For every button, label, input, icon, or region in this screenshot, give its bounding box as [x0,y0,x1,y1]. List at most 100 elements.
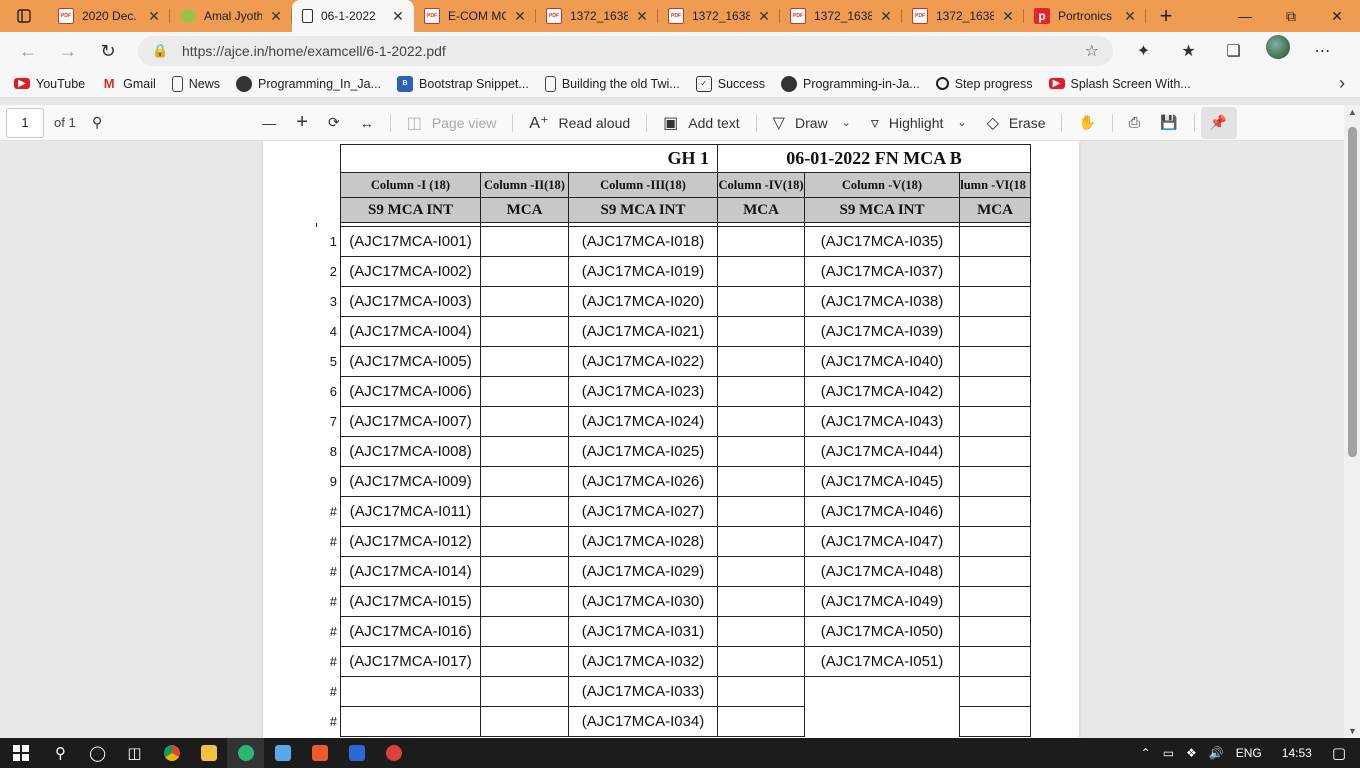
new-tab-button[interactable]: + [1146,0,1186,32]
bookmark-item[interactable]: News [164,71,228,97]
clock[interactable]: 14:53 [1268,746,1326,760]
search-icon[interactable]: ⚲ [82,107,112,139]
add-text-button[interactable]: ▣ Add text [653,107,750,139]
forward-button[interactable]: → [48,35,88,67]
fit-width-button[interactable]: ↔ [350,107,384,139]
draw-chevron-down-icon[interactable]: ⌄ [842,116,851,129]
cortana-icon[interactable]: ◯ [79,738,116,768]
print-icon[interactable]: ⎙ [1119,107,1150,139]
tab-actions-button[interactable] [0,0,48,32]
extensions-icon[interactable]: ✦ [1121,35,1166,67]
language-indicator[interactable]: ENG [1230,746,1268,760]
brave-icon[interactable] [301,738,338,768]
close-tab-icon[interactable]: ✕ [268,8,284,25]
browser-tab[interactable]: PDF 1372_1638 ✕ [536,0,658,32]
scroll-down-icon[interactable]: ▼ [1348,726,1357,736]
browser-tab[interactable]: PDF 1372_1638 ✕ [902,0,1024,32]
scrollbar-thumb[interactable] [1348,127,1357,457]
address-url[interactable]: https://ajce.in/home/examcell/6-1-2022.p… [182,43,1085,59]
column-header-row: Column -I (18) Column -II(18) Column -III(… [317,172,1031,198]
close-tab-icon[interactable]: ✕ [512,8,528,25]
profile-avatar[interactable] [1266,35,1290,59]
row-index-blank [317,173,341,198]
close-tab-icon[interactable]: ✕ [1122,8,1138,25]
bookmark-item[interactable]: Programming-in-Ja... [773,71,928,97]
chrome-icon[interactable] [153,738,190,768]
close-tab-icon[interactable]: ✕ [756,8,772,25]
touch-write-icon[interactable]: ✋ [1068,107,1105,139]
windows-start-icon[interactable] [0,738,42,768]
bookmark-item[interactable]: M Gmail [93,71,164,97]
mail-icon[interactable] [338,738,375,768]
bookmark-item[interactable]: ✓ Success [688,71,773,97]
seat-cell-col5: (AJC17MCA-I050) [804,616,960,647]
collections-icon[interactable]: ❏ [1211,35,1256,67]
settings-more-icon[interactable]: ⋯ [1300,35,1345,67]
page-number-input[interactable]: 1 [6,107,44,138]
scroll-up-icon[interactable]: ▲ [1348,107,1357,117]
erase-button[interactable]: ◇ Erase [977,107,1056,139]
wifi-icon[interactable]: ❖ [1180,746,1203,760]
file-explorer-icon[interactable] [190,738,227,768]
wps-pdf-icon[interactable] [375,738,412,768]
pdf-file-icon: PDF [668,8,684,24]
add-favorite-icon[interactable]: ☆ [1085,41,1099,61]
bookmark-item[interactable]: Programming_In_Ja... [228,71,389,97]
battery-icon[interactable]: ▭ [1157,746,1180,760]
browser-tab[interactable]: Amal Jyothi ✕ [170,0,292,32]
row-index-blank [317,145,341,173]
minimize-button[interactable]: — [1222,0,1268,32]
bookmark-item[interactable]: Step progress [928,71,1041,97]
bookmarks-overflow-chevron-icon[interactable]: › [1324,73,1360,94]
read-aloud-button[interactable]: A⁺ Read aloud [519,107,640,139]
bookmark-item[interactable]: ▶ YouTube [6,71,93,97]
browser-tab[interactable]: PDF 2020 Dec. ✕ [48,0,170,32]
row-index: 6 [329,384,337,399]
close-tab-icon[interactable]: ✕ [146,8,162,25]
close-tab-icon[interactable]: ✕ [390,8,406,25]
zoom-in-button[interactable]: + [286,107,318,139]
tray-chevron-up-icon[interactable]: ⌃ [1135,746,1157,760]
add-text-label: Add text [688,114,740,131]
close-window-button[interactable]: ✕ [1314,0,1360,32]
browser-tab[interactable]: PDF 1372_1638 ✕ [780,0,902,32]
page-view-button[interactable]: ◫ Page view [397,107,507,139]
favorites-icon[interactable]: ★ [1166,35,1211,67]
pin-toolbar-icon[interactable]: 📌 [1200,106,1237,139]
rotate-button[interactable]: ⟳ [318,107,350,139]
document-icon [544,75,556,92]
browser-tab[interactable]: p Portronics ✕ [1024,0,1146,32]
column-header: olumn -VI(18 [959,172,1031,198]
seat-cell-col5: (AJC17MCA-I042) [804,376,960,407]
bookmark-item[interactable]: Building the old Twi... [537,71,688,97]
close-tab-icon[interactable]: ✕ [1000,8,1016,25]
back-button[interactable]: ← [8,35,48,67]
address-bar[interactable]: 🔒 https://ajce.in/home/examcell/6-1-2022… [138,36,1113,66]
bookmark-item[interactable]: ▶ Splash Screen With... [1041,71,1199,97]
row-index: 8 [329,444,337,459]
restore-button[interactable]: ⧉ [1268,0,1314,32]
seat-cell-col2 [480,466,569,497]
browser-tab[interactable]: 06-1-2022 ✕ [292,0,414,32]
close-tab-icon[interactable]: ✕ [878,8,894,25]
seat-cell-col4 [717,286,805,317]
draw-button[interactable]: ▽ Draw ⌄ [763,107,861,139]
volume-icon[interactable]: 🔊 [1203,746,1230,760]
browser-tab[interactable]: PDF E-COM MC ✕ [414,0,536,32]
notepad-icon[interactable] [264,738,301,768]
notifications-icon[interactable]: ▢ [1326,744,1360,762]
refresh-button[interactable]: ↻ [88,35,128,67]
highlight-button[interactable]: ▿ Highlight ⌄ [861,107,977,139]
close-tab-icon[interactable]: ✕ [634,8,650,25]
taskbar-search-icon[interactable]: ⚲ [42,738,79,768]
save-icon[interactable]: 💾 [1150,107,1187,139]
browser-tab[interactable]: PDF 1372_1638 ✕ [658,0,780,32]
zoom-out-button[interactable]: — [252,107,286,139]
seat-cell-col4 [717,346,805,377]
task-view-icon[interactable]: ◫ [116,738,153,768]
highlight-chevron-down-icon[interactable]: ⌄ [957,116,966,129]
pdf-viewer[interactable]: GH 1 06-01-2022 FN MCA B Column -I (18) C… [0,141,1360,738]
edge-icon[interactable] [227,738,264,768]
vertical-scrollbar[interactable]: ▲ ▼ [1344,105,1360,738]
bookmark-item[interactable]: B Bootstrap Snippet... [389,71,537,97]
